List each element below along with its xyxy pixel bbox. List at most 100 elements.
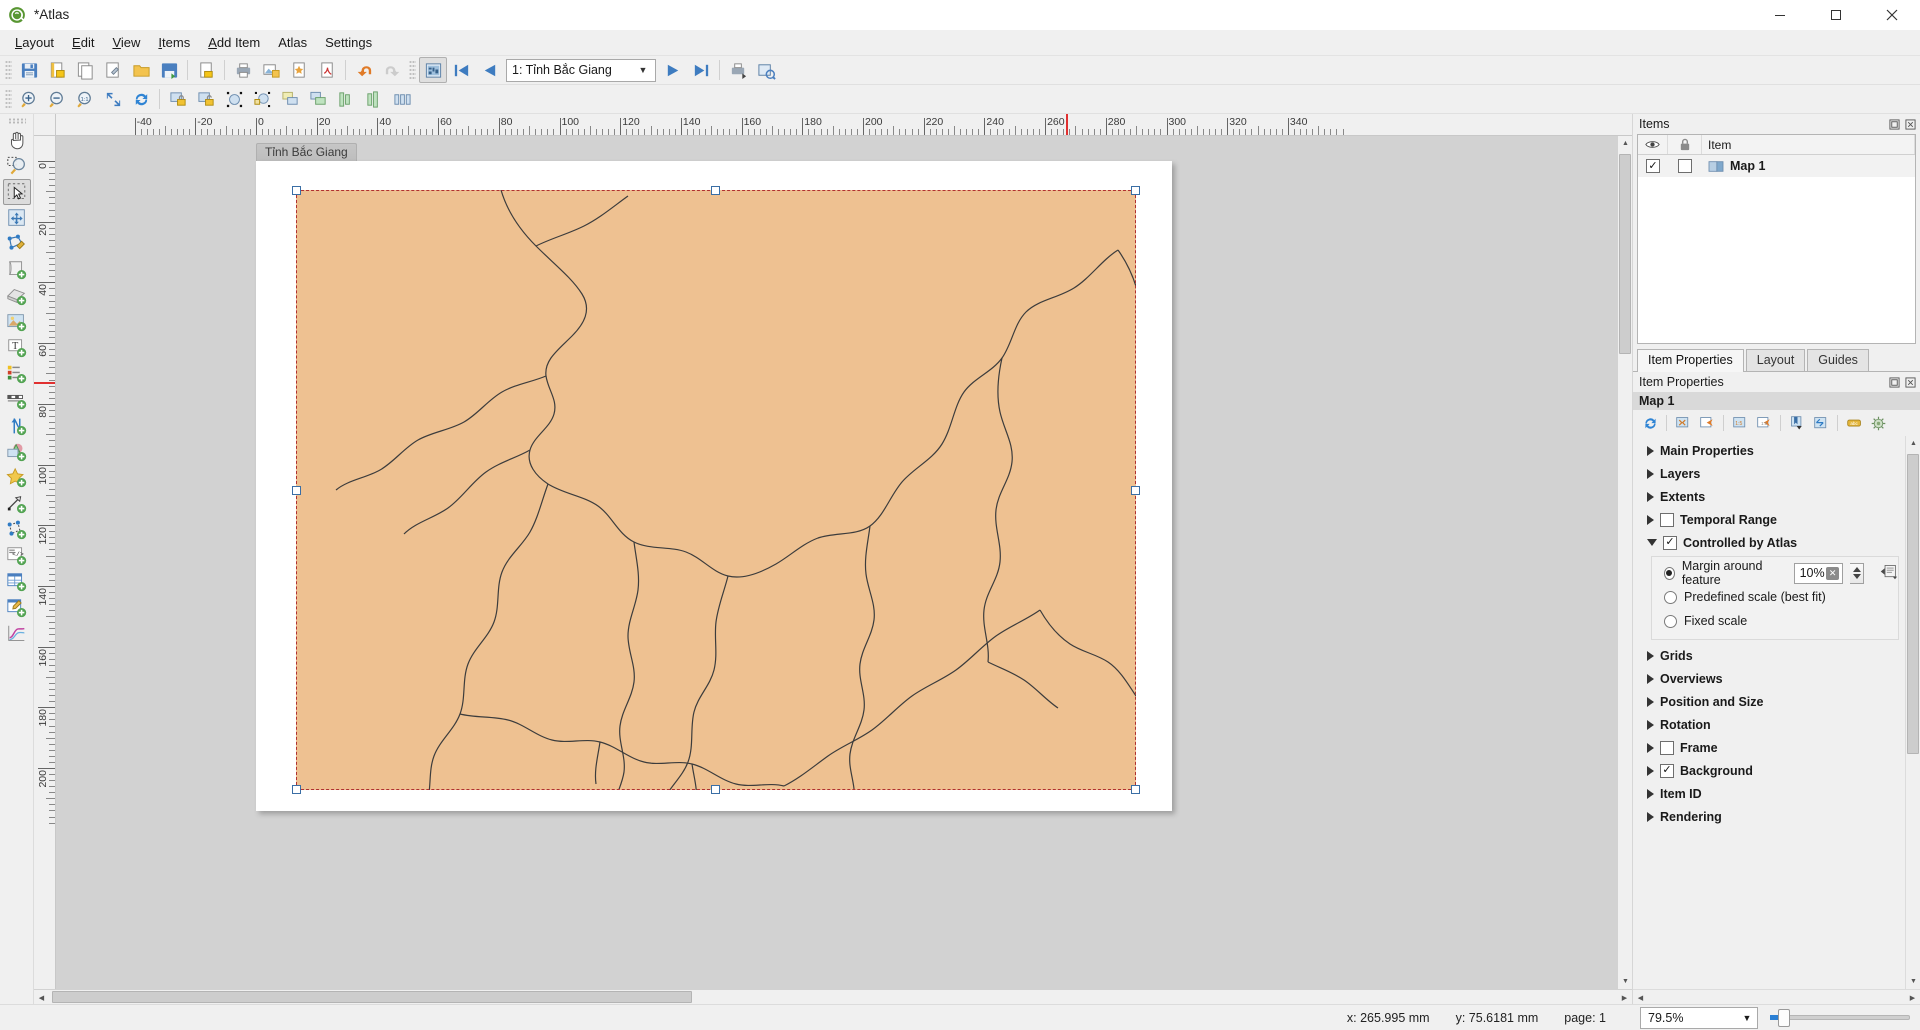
item-column-header[interactable]: Item (1702, 135, 1915, 154)
zoom-slider[interactable] (1770, 1007, 1910, 1029)
align-center-button[interactable] (360, 86, 388, 112)
raise-items-button[interactable] (276, 86, 304, 112)
export-image-button[interactable] (192, 57, 220, 83)
resize-handle-middle-left[interactable] (292, 486, 301, 495)
edit-nodes-tool[interactable] (3, 231, 31, 257)
scroll-left-icon[interactable]: ◀ (1633, 990, 1648, 1005)
add-attribute-table-tool[interactable] (3, 595, 31, 621)
margin-around-feature-row[interactable]: Margin around feature 10% ✕ (1652, 559, 1898, 587)
properties-horizontal-scrollbar[interactable]: ◀ ▶ (1633, 989, 1920, 1004)
section-position-and-size[interactable]: Position and Size (1633, 690, 1905, 713)
scroll-left-icon[interactable]: ◀ (34, 990, 49, 1005)
spin-up-icon[interactable] (1852, 567, 1861, 572)
close-icon[interactable] (1903, 117, 1917, 131)
tab-guides[interactable]: Guides (1807, 349, 1869, 371)
section-layers[interactable]: Layers (1633, 462, 1905, 485)
align-left-button[interactable] (332, 86, 360, 112)
section-temporal-range[interactable]: Temporal Range (1633, 508, 1905, 531)
add-picture-tool[interactable] (3, 309, 31, 335)
section-extents[interactable]: Extents (1633, 485, 1905, 508)
zoom-out-button[interactable] (43, 86, 71, 112)
lock-checkbox[interactable] (1678, 159, 1692, 173)
resize-handle-middle-right[interactable] (1131, 486, 1140, 495)
menu-items[interactable]: Items (149, 32, 199, 53)
atlas-first-feature-button[interactable] (447, 57, 475, 83)
section-rendering[interactable]: Rendering (1633, 805, 1905, 828)
scroll-up-icon[interactable]: ▲ (1618, 136, 1633, 151)
add-north-arrow-tool[interactable] (3, 413, 31, 439)
distribute-button[interactable] (388, 86, 416, 112)
scroll-down-icon[interactable]: ▼ (1618, 974, 1633, 989)
tab-layout[interactable]: Layout (1745, 349, 1806, 371)
layout-page[interactable] (256, 161, 1172, 811)
atlas-toolbar-grip[interactable] (409, 60, 416, 80)
resize-handle-bottom-right[interactable] (1131, 785, 1140, 794)
add-html-tool[interactable]: </> (3, 543, 31, 569)
lock-selected-items-button[interactable] (164, 86, 192, 112)
canvas-vertical-scrollbar[interactable]: ▲ ▼ (1617, 136, 1632, 989)
menu-layout[interactable]: Layout (6, 32, 63, 53)
update-map-preview-button[interactable] (1639, 412, 1661, 434)
maximize-button[interactable] (1808, 0, 1864, 30)
zoom-full-button[interactable]: 1:1 (71, 86, 99, 112)
view-extent-in-map-button[interactable] (1696, 412, 1718, 434)
background-checkbox[interactable]: ✓ (1660, 763, 1674, 778)
undock-icon[interactable] (1887, 375, 1901, 389)
view-scale-in-map-button[interactable]: 1:5 (1753, 412, 1775, 434)
zoom-in-button[interactable] (15, 86, 43, 112)
canvas-vscroll-thumb[interactable] (1619, 154, 1631, 354)
labeling-button[interactable]: abc (1843, 412, 1865, 434)
print-atlas-button[interactable] (724, 57, 752, 83)
scroll-right-icon[interactable]: ▶ (1905, 990, 1920, 1005)
nav-toolbar-grip[interactable] (5, 89, 12, 109)
scroll-right-icon[interactable]: ▶ (1617, 990, 1632, 1005)
properties-vscroll-thumb[interactable] (1907, 454, 1919, 754)
clear-value-icon[interactable]: ✕ (1826, 566, 1840, 580)
move-item-content-tool[interactable] (3, 205, 31, 231)
pan-layout-tool[interactable] (3, 127, 31, 153)
item-lock-checkbox[interactable] (1668, 159, 1702, 173)
resize-handle-bottom-left[interactable] (292, 785, 301, 794)
scroll-down-icon[interactable]: ▼ (1906, 974, 1920, 989)
zoom-to-width-button[interactable] (99, 86, 127, 112)
add-node-item-tool[interactable] (3, 517, 31, 543)
bookmarks-button[interactable] (1786, 412, 1808, 434)
refresh-view-button[interactable] (127, 86, 155, 112)
resize-handle-top-right[interactable] (1131, 186, 1140, 195)
zoom-slider-knob[interactable] (1778, 1008, 1790, 1027)
section-grids[interactable]: Grids (1633, 644, 1905, 667)
properties-vertical-scrollbar[interactable]: ▲ ▼ (1905, 436, 1920, 989)
new-layout-button[interactable] (43, 57, 71, 83)
open-template-button[interactable] (127, 57, 155, 83)
spin-down-icon[interactable] (1852, 574, 1861, 579)
predefined-scale-radio[interactable] (1664, 590, 1677, 604)
section-background[interactable]: ✓ Background (1633, 759, 1905, 782)
duplicate-layout-button[interactable] (71, 57, 99, 83)
layout-canvas[interactable]: Tỉnh Bắc Giang (56, 136, 1617, 989)
resize-handle-bottom-center[interactable] (711, 785, 720, 794)
scroll-up-icon[interactable]: ▲ (1906, 436, 1920, 451)
section-main-properties[interactable]: Main Properties (1633, 439, 1905, 462)
close-icon[interactable] (1903, 375, 1917, 389)
menu-add-item[interactable]: Add Item (199, 32, 269, 53)
predefined-scale-row[interactable]: Predefined scale (best fit) (1652, 585, 1898, 609)
interactive-edit-button[interactable] (1810, 412, 1832, 434)
menu-edit[interactable]: Edit (63, 32, 103, 53)
add-table-tool[interactable] (3, 569, 31, 595)
export-raster-button[interactable] (257, 57, 285, 83)
lock-column-header[interactable] (1668, 135, 1702, 154)
export-pdf-button[interactable] (313, 57, 341, 83)
add-elevation-profile-tool[interactable] (3, 621, 31, 647)
controlled-by-atlas-checkbox[interactable]: ✓ (1663, 535, 1677, 550)
menu-atlas[interactable]: Atlas (269, 32, 316, 53)
item-row-label-cell[interactable]: Map 1 (1702, 159, 1915, 173)
add-map-tool[interactable] (3, 257, 31, 283)
atlas-settings-button[interactable] (752, 57, 780, 83)
tab-item-properties[interactable]: Item Properties (1637, 349, 1744, 372)
set-map-extent-to-layout-button[interactable] (1672, 412, 1694, 434)
add-shape-tool[interactable] (3, 439, 31, 465)
section-rotation[interactable]: Rotation (1633, 713, 1905, 736)
atlas-last-feature-button[interactable] (687, 57, 715, 83)
rendering-settings-button[interactable] (1867, 412, 1889, 434)
undock-icon[interactable] (1887, 117, 1901, 131)
